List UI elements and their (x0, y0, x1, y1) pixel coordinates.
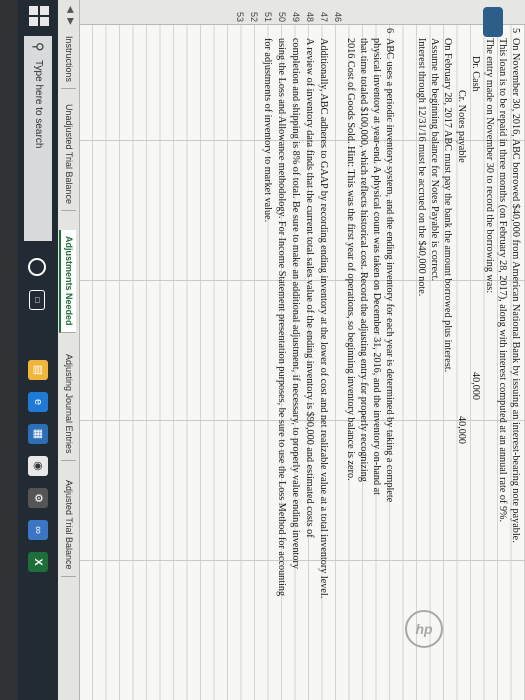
cell-text[interactable]: for adjustments of inventory to market v… (261, 38, 273, 222)
cell-text[interactable]: ABC uses a periodic inventory system, an… (383, 38, 395, 502)
cell-text[interactable]: that time totaled $100,000, which reflec… (357, 38, 369, 482)
cell-text[interactable]: 2016 Cost of Goods Sold. Hint: This was … (344, 38, 356, 481)
search-placeholder: Type here to search (33, 60, 44, 149)
tab-scroll-left-icon[interactable]: ◀ (65, 6, 76, 13)
tab-instructions[interactable]: Instructions (61, 30, 76, 90)
tab-adjusted-trial-balance[interactable]: Adjusted Trial Balance (61, 474, 76, 577)
webcam-logo (483, 7, 503, 37)
debit-amount-cell[interactable]: 40,000 (470, 372, 481, 400)
tab-unadjusted-trial-balance[interactable]: Unadjusted Trial Balance (61, 98, 76, 212)
cell-text[interactable]: Assume the beginning balance for Notes P… (428, 38, 440, 281)
cell-text[interactable]: On November 30, 2016, ABC borrowed $40,0… (509, 38, 521, 543)
cell-text[interactable]: physical inventory at year-end. A physic… (370, 38, 382, 495)
row-number[interactable]: 51 (263, 2, 273, 22)
screen: 46 47 48 49 50 51 52 53 5 On November 30… (0, 0, 525, 700)
cell-text[interactable]: A review of inventory data finds that th… (303, 38, 315, 538)
cell-item-number[interactable]: 6 (383, 28, 395, 33)
search-icon: ⚲ (31, 42, 46, 52)
file-explorer-icon[interactable]: ▤ (28, 360, 48, 380)
monitor-bezel (0, 0, 18, 700)
cell-text[interactable]: On February 28, 2017 ABC must pay the ba… (441, 38, 453, 372)
row-number[interactable]: 53 (235, 2, 245, 22)
cortana-icon[interactable] (28, 258, 46, 276)
cell-text[interactable]: Interest through 12/31/16 must be accrue… (415, 38, 427, 296)
row-header: 46 47 48 49 50 51 52 53 (80, 0, 525, 25)
cell-text[interactable]: Additionally, ABC adheres to GAAP by rec… (317, 38, 329, 598)
settings-gear-icon[interactable]: ⚙ (28, 488, 48, 508)
tab-adjusting-journal-entries[interactable]: Adjusting Journal Entries (61, 348, 76, 461)
task-view-icon[interactable]: □ (29, 290, 45, 310)
cell-text[interactable]: The entry made on November 30 to record … (483, 38, 495, 293)
cell-text[interactable]: Dr. Cash (469, 56, 481, 92)
sheet-tabs-bar: ◀ ▶ Instructions Unadjusted Trial Balanc… (57, 0, 80, 700)
cell-text[interactable]: using the Loss and Allowance methodology… (275, 38, 287, 596)
credit-amount-cell[interactable]: 40,000 (456, 416, 467, 444)
tab-scroll-right-icon[interactable]: ▶ (65, 18, 76, 25)
chrome-icon[interactable]: ◉ (28, 456, 48, 476)
cell-text[interactable]: Cr. Notes payable (455, 90, 467, 163)
monitor-photo: 46 47 48 49 50 51 52 53 5 On November 30… (0, 0, 525, 700)
cell-text[interactable]: completion and shipping is 8% of total. … (289, 38, 301, 569)
excel-icon[interactable]: X (28, 552, 48, 572)
row-number[interactable]: 48 (305, 2, 315, 22)
row-number[interactable]: 52 (249, 2, 259, 22)
windows-start-icon[interactable] (27, 6, 49, 28)
hp-logo: hp (405, 610, 443, 648)
windows-taskbar: ⚲ Type here to search □ ▤ e ▦ ◉ ⚙ ∞ X (18, 0, 58, 700)
row-number[interactable]: 46 (333, 2, 343, 22)
row-number[interactable]: 47 (319, 2, 329, 22)
row-number[interactable]: 50 (277, 2, 287, 22)
store-icon[interactable]: ▦ (28, 424, 48, 444)
cell-text[interactable]: This loan is to be repaid in three month… (496, 38, 508, 522)
app-infinity-icon[interactable]: ∞ (28, 520, 48, 540)
edge-browser-icon[interactable]: e (28, 392, 48, 412)
taskbar-search-input[interactable]: ⚲ Type here to search (24, 36, 52, 241)
cell-item-number[interactable]: 5 (509, 28, 521, 33)
tab-adjustments-needed[interactable]: Adjustments Needed (59, 230, 76, 333)
row-number[interactable]: 49 (291, 2, 301, 22)
